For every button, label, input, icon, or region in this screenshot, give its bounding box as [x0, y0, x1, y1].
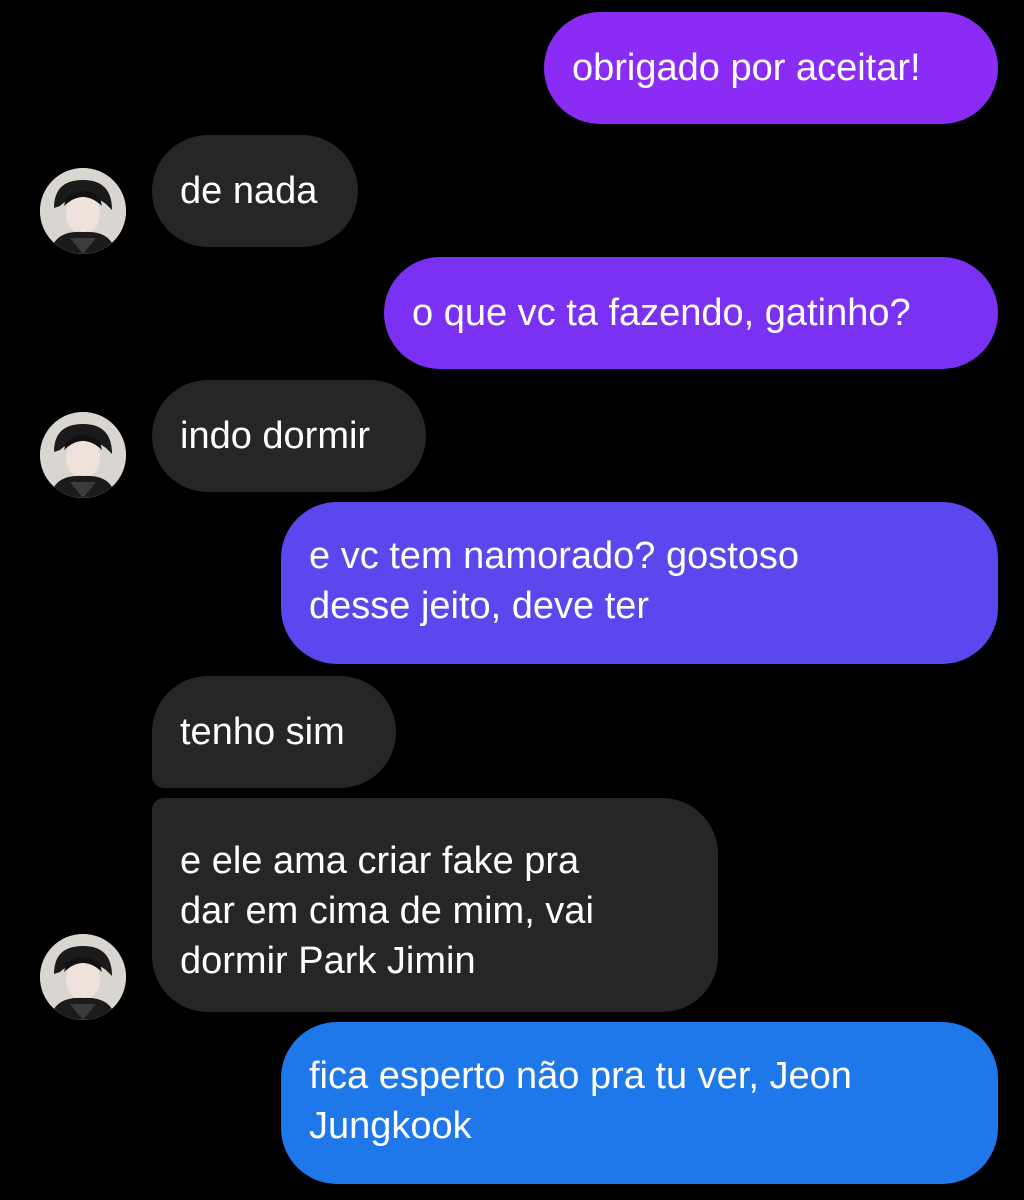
received-message-4[interactable]: e ele ama criar fake pra dar em cima de …	[152, 798, 718, 1012]
received-message-3-text: tenho sim	[180, 711, 345, 753]
sent-message-3-text: e vc tem namorado? gostoso desse jeito, …	[309, 535, 800, 627]
sent-message-4[interactable]: fica esperto não pra tu ver, Jeon Jungko…	[281, 1022, 998, 1184]
received-message-2-text: indo dormir	[180, 415, 371, 457]
sent-message-4-text: fica esperto não pra tu ver, Jeon Jungko…	[309, 1055, 852, 1147]
sent-message-1[interactable]: obrigado por aceitar!	[544, 12, 998, 124]
received-message-1-text: de nada	[180, 170, 318, 212]
sent-message-2[interactable]: o que vc ta fazendo, gatinho?	[384, 257, 998, 369]
received-message-1[interactable]: de nada	[152, 135, 358, 247]
sent-message-2-text: o que vc ta fazendo, gatinho?	[412, 292, 911, 334]
contact-avatar-icon[interactable]	[40, 168, 126, 254]
sent-message-3[interactable]: e vc tem namorado? gostoso desse jeito, …	[281, 502, 998, 664]
contact-avatar-icon[interactable]	[40, 412, 126, 498]
received-message-3[interactable]: tenho sim	[152, 676, 396, 788]
sent-message-1-text: obrigado por aceitar!	[572, 47, 921, 89]
contact-avatar-icon[interactable]	[40, 934, 126, 1020]
received-message-2[interactable]: indo dormir	[152, 380, 426, 492]
received-message-4-text: e ele ama criar fake pra dar em cima de …	[180, 840, 594, 982]
